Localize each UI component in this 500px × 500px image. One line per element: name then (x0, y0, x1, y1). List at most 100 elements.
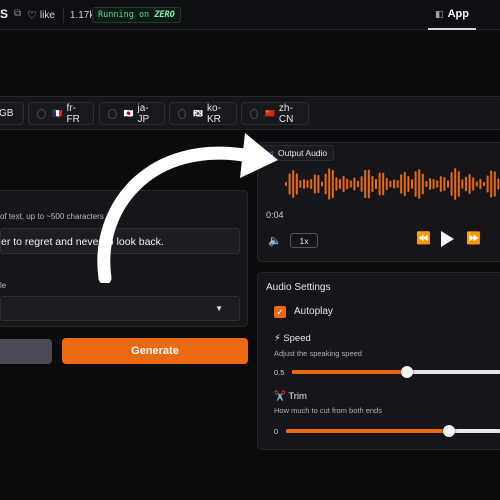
waveform-bar (472, 177, 475, 191)
tab-app[interactable]: ◧ App (428, 0, 476, 30)
waveform-bar (403, 171, 406, 197)
speed-label: ⚡ Speed (274, 333, 311, 344)
app-icon: ◧ (435, 8, 444, 19)
waveform-bar (436, 180, 439, 188)
waveform-bar (411, 179, 413, 189)
trim-slider[interactable] (286, 425, 500, 437)
language-option-zh-cn[interactable]: 🇨🇳 zh-CN (241, 102, 309, 125)
waveform-bar (425, 180, 428, 188)
waveform-bar (371, 175, 374, 193)
waveform-bar (288, 173, 291, 195)
lightning-icon: ⚡ (274, 333, 281, 344)
trim-label: ✂️ Trim (274, 391, 307, 402)
waveform-bar (339, 178, 341, 190)
waveform-bar (421, 173, 424, 195)
waveform-bar (454, 168, 457, 200)
radio-button[interactable] (250, 108, 258, 119)
style-label: le (0, 281, 7, 290)
waveform-bar (450, 172, 453, 196)
waveform-bar (313, 174, 316, 194)
language-code: fr-FR (66, 102, 80, 125)
fast-forward-icon[interactable]: ⏩ (466, 231, 481, 245)
clear-button[interactable] (0, 339, 52, 364)
language-option-gb[interactable]: GB (0, 102, 24, 125)
curved-arrow (97, 133, 278, 283)
waveform-bar (429, 178, 431, 190)
chevron-down-icon: ▼ (215, 304, 223, 313)
playback-rate-button[interactable]: 1x (290, 233, 318, 248)
waveform-bar (396, 180, 399, 188)
waveform-bar (360, 175, 363, 193)
trim-slider-fill (286, 429, 449, 433)
waveform-bar (382, 172, 385, 196)
language-option-ko-kr[interactable]: 🇰🇷 ko-KR (169, 102, 237, 125)
trim-slider-handle[interactable] (443, 425, 455, 437)
waveform-bar (468, 173, 471, 195)
speed-slider-fill (292, 370, 407, 374)
flag-icon: 🇰🇷 (193, 109, 204, 118)
waveform-bar (324, 173, 327, 195)
waveform-bar (432, 178, 435, 190)
language-code: GB (0, 108, 14, 119)
like-button[interactable]: ♡ like 1.17k (27, 6, 100, 24)
waveform-bar (303, 179, 305, 189)
style-dropdown[interactable]: ▼ (0, 296, 240, 321)
language-code: ja-JP (137, 102, 150, 125)
rewind-icon[interactable]: ⏪ (416, 231, 431, 245)
waveform-bar (306, 179, 309, 189)
waveform-bar (378, 172, 381, 196)
audio-settings-panel: Audio Settings ✓ Autoplay ⚡ Speed Adjust… (257, 272, 500, 450)
waveform-bar (457, 171, 460, 197)
speed-slider-handle[interactable] (401, 366, 413, 378)
waveform-bar (490, 170, 493, 198)
scissors-icon: ✂️ (274, 391, 286, 402)
output-audio-title: Output Audio (278, 148, 328, 158)
speed-slider[interactable] (292, 366, 500, 378)
waveform-bar (493, 171, 496, 197)
language-option-fr-fr[interactable]: 🇫🇷 fr-FR (28, 102, 94, 125)
waveform-bar (375, 178, 377, 190)
waveform-bar (385, 178, 388, 190)
text-input-hint: of text, up to ~500 characters (0, 212, 104, 221)
waveform-bar (389, 180, 392, 188)
waveform-bar (346, 178, 349, 190)
flag-icon: 🇫🇷 (52, 109, 63, 118)
waveform-bar (465, 176, 467, 192)
trim-description: How much to cut from both ends (274, 406, 382, 415)
flag-icon: 🇯🇵 (123, 109, 134, 118)
speed-description: Adjust the speaking speed (274, 349, 362, 358)
waveform-bar (335, 177, 338, 191)
hardware-badge[interactable]: Running on ZERO (92, 7, 181, 23)
language-option-ja-jp[interactable]: 🇯🇵 ja-JP (99, 102, 165, 125)
waveform-bar (321, 181, 323, 187)
space-name[interactable]: S (0, 7, 8, 21)
waveform-bar (407, 175, 410, 193)
waveform-bar (400, 174, 403, 194)
waveform-bar (439, 176, 442, 192)
waveform-bar (353, 177, 356, 191)
radio-button[interactable] (178, 108, 187, 119)
waveform-bar (331, 170, 334, 198)
output-audio-panel: ♫ Output Audio 0:04 🔈 1x ⏪ ⏩ (257, 142, 500, 262)
audio-waveform[interactable] (283, 167, 500, 201)
radio-button[interactable] (108, 108, 117, 119)
waveform-bar (447, 180, 449, 188)
speed-min-value: 0.5 (274, 368, 285, 377)
top-bar: S ⧉ ♡ like 1.17k Running on ZERO ◧ App (0, 0, 500, 30)
heart-icon: ♡ (27, 9, 37, 22)
waveform-bar (367, 169, 370, 199)
generate-button[interactable]: Generate (62, 338, 248, 364)
waveform-bar (483, 181, 485, 187)
autoplay-checkbox[interactable]: ✓ (274, 306, 286, 318)
settings-title: Audio Settings (266, 282, 331, 293)
waveform-bar (328, 168, 331, 200)
running-prefix: Running on (98, 10, 150, 20)
waveform-bar (299, 180, 302, 188)
trim-min-value: 0 (274, 427, 279, 436)
like-label: like (39, 9, 55, 21)
radio-button[interactable] (37, 108, 46, 119)
copy-icon[interactable]: ⧉ (14, 9, 24, 19)
play-icon[interactable] (440, 231, 454, 247)
waveform-bar (418, 168, 421, 200)
waveform-bar (342, 175, 345, 193)
